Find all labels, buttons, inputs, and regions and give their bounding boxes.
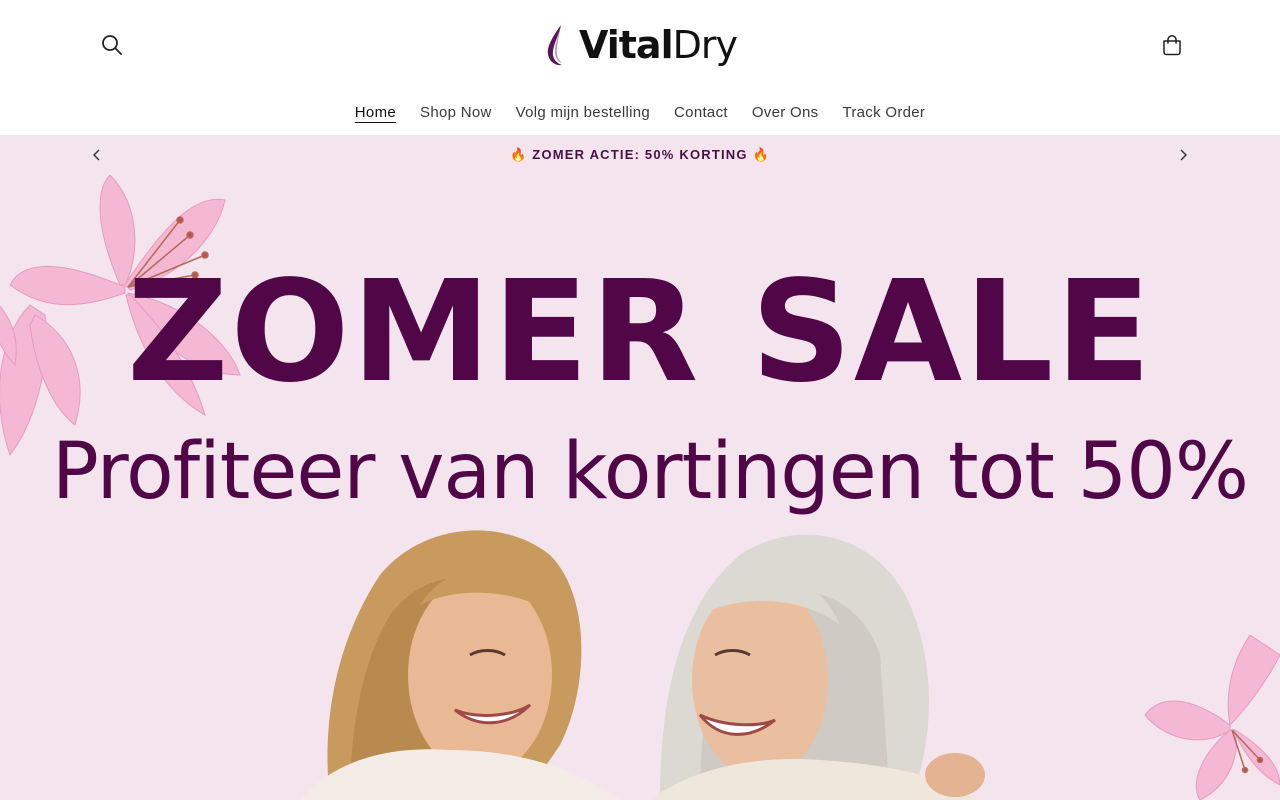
search-button[interactable]: [92, 25, 132, 65]
chevron-left-icon: [93, 149, 100, 161]
announcement-bar: 🔥 ZOMER ACTIE: 50% KORTING 🔥: [0, 135, 1280, 175]
main-nav: Home Shop Now Volg mijn bestelling Conta…: [0, 92, 1280, 134]
cart-button[interactable]: [1152, 25, 1192, 65]
nav-item-shop-now[interactable]: Shop Now: [408, 92, 504, 134]
announcement-text: 🔥 ZOMER ACTIE: 50% KORTING 🔥: [510, 147, 770, 162]
chevron-right-icon: [1180, 149, 1187, 161]
nav-item-contact[interactable]: Contact: [662, 92, 740, 134]
hero-banner[interactable]: ZOMER SALE Profiteer van kortingen tot 5…: [0, 175, 1280, 800]
nav-item-over-ons[interactable]: Over Ons: [740, 92, 831, 134]
logo-text: VitalDry: [579, 23, 738, 67]
logo-text-bold: Vital: [579, 23, 674, 67]
search-icon: [102, 35, 122, 55]
site-header: VitalDry: [0, 0, 1280, 90]
hero-people-image: [300, 530, 985, 800]
announcement-prev-button[interactable]: [77, 135, 117, 175]
cart-icon: [1163, 35, 1181, 56]
site-logo[interactable]: VitalDry: [545, 20, 738, 70]
logo-text-light: Dry: [672, 23, 738, 67]
announcement-next-button[interactable]: [1163, 135, 1203, 175]
nav-item-volg-mijn-bestelling[interactable]: Volg mijn bestelling: [504, 92, 662, 134]
hero-title: ZOMER SALE: [126, 251, 1154, 414]
hero-subtitle: Profiteer van kortingen tot 50%: [51, 427, 1249, 517]
nav-item-track-order[interactable]: Track Order: [830, 92, 937, 134]
nav-item-home[interactable]: Home: [343, 92, 408, 134]
drop-logo-icon: [547, 25, 562, 66]
